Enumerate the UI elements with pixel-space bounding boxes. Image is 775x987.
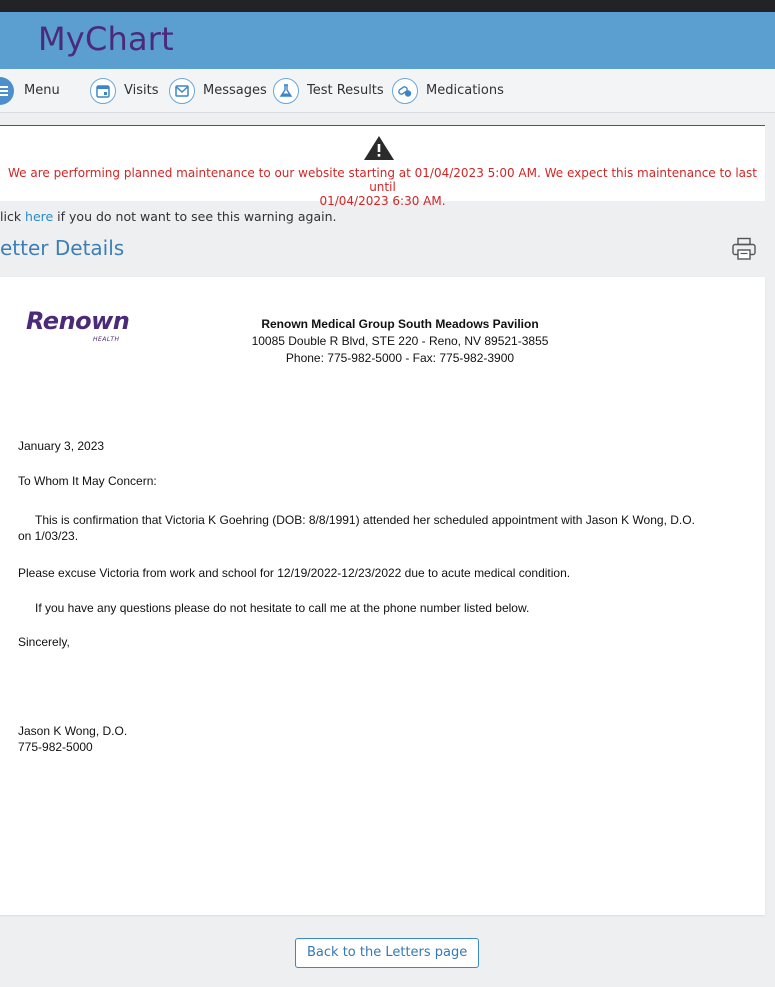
menu-icon xyxy=(0,77,14,105)
clinic-header: Renown Medical Group South Meadows Pavil… xyxy=(200,316,600,367)
nav-medications[interactable]: Medications xyxy=(392,69,504,112)
letter-paragraph-1-line2: on 1/03/23. xyxy=(18,529,79,543)
nav-menu[interactable]: Menu xyxy=(0,69,60,112)
nav-medications-label: Medications xyxy=(426,83,504,98)
letter-paragraph-1-line1: This is confirmation that Victoria K Goe… xyxy=(35,513,695,527)
letter-date: January 3, 2023 xyxy=(18,439,105,453)
print-icon[interactable] xyxy=(731,237,757,261)
maintenance-notice: We are performing planned maintenance to… xyxy=(0,125,765,208)
maintenance-message-line2: 01/04/2023 6:30 AM. xyxy=(319,194,446,208)
visits-icon xyxy=(90,77,116,104)
renown-logo-sub: HEALTH xyxy=(93,336,120,343)
renown-logo-name: Renown xyxy=(26,307,130,335)
nav-visits-label: Visits xyxy=(124,83,159,98)
messages-icon xyxy=(169,77,195,104)
letter-document: Renown HEALTH Renown Medical Group South… xyxy=(0,277,765,915)
letter-greeting: To Whom It May Concern: xyxy=(18,474,157,488)
back-button-wrap: Back to the Letters page xyxy=(295,938,480,968)
maintenance-message-line1: We are performing planned maintenance to… xyxy=(7,166,757,194)
nav-test-results[interactable]: Test Results xyxy=(273,69,384,112)
browser-top-bar xyxy=(0,0,775,12)
back-to-letters-button[interactable]: Back to the Letters page xyxy=(295,938,480,968)
page-title: etter Details xyxy=(0,236,125,260)
dismiss-prefix: lick xyxy=(0,209,26,224)
letter-signer-name: Jason K Wong, D.O. xyxy=(18,724,128,738)
main-nav: Menu Visits Messages Test Results Medica… xyxy=(0,69,775,113)
nav-messages-label: Messages xyxy=(203,83,267,98)
app-header: MyChart xyxy=(0,12,775,69)
nav-messages[interactable]: Messages xyxy=(169,69,267,112)
letter-paragraph-1: This is confirmation that Victoria K Goe… xyxy=(18,512,758,544)
maintenance-message: We are performing planned maintenance to… xyxy=(0,166,765,208)
nav-test-results-label: Test Results xyxy=(307,83,384,98)
clinic-address: 10085 Double R Blvd, STE 220 - Reno, NV … xyxy=(251,334,549,348)
clinic-phone: Phone: 775-982-5000 - Fax: 775-982-3900 xyxy=(285,351,515,365)
clinic-name: Renown Medical Group South Meadows Pavil… xyxy=(261,317,539,331)
letter-signature: Jason K Wong, D.O. 775-982-5000 xyxy=(18,723,127,755)
warning-icon xyxy=(364,136,394,160)
mychart-logo[interactable]: MyChart xyxy=(38,20,174,58)
letter-paragraph-2: Please excuse Victoria from work and sch… xyxy=(18,566,571,580)
dismiss-suffix: if you do not want to see this warning a… xyxy=(53,209,337,224)
letter-closing: Sincerely, xyxy=(18,635,70,649)
letter-signer-phone: 775-982-5000 xyxy=(18,740,93,754)
dismiss-warning-text: lick here if you do not want to see this… xyxy=(0,209,336,224)
letter-paragraph-3: If you have any questions please do not … xyxy=(35,601,530,615)
medications-icon xyxy=(392,77,418,104)
nav-menu-label: Menu xyxy=(24,83,60,98)
renown-logo: Renown HEALTH xyxy=(26,307,130,343)
test-results-icon xyxy=(273,77,299,104)
dismiss-warning-link[interactable]: here xyxy=(25,209,53,224)
nav-visits[interactable]: Visits xyxy=(90,69,158,112)
